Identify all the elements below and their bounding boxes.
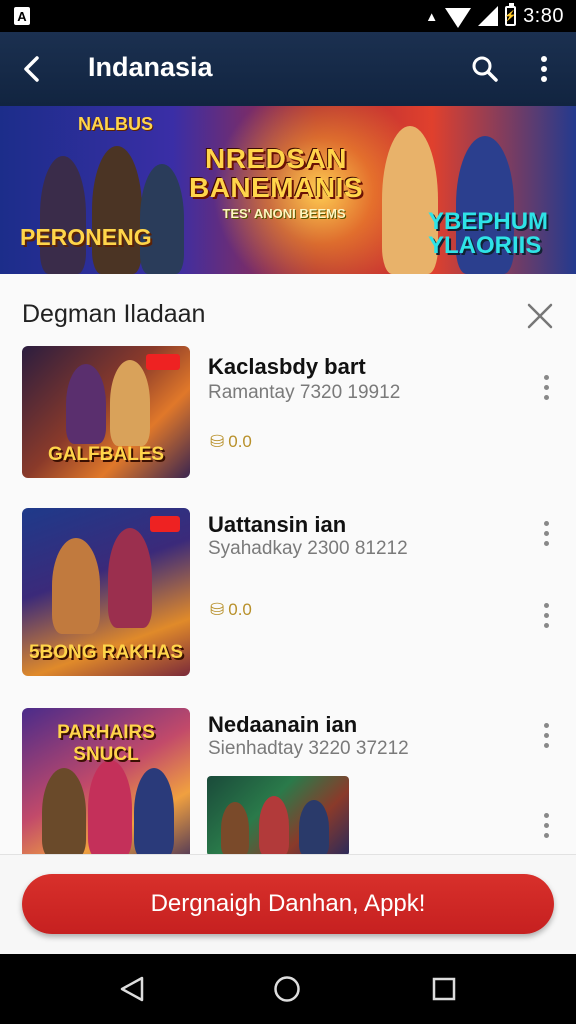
item-more-button-secondary[interactable]	[534, 808, 558, 842]
item-subtitle: Ramantay 7320 19912	[208, 382, 401, 403]
item-more-button[interactable]	[534, 718, 558, 752]
item-more-button[interactable]	[534, 370, 558, 404]
game-preview-thumbnail[interactable]	[207, 776, 349, 854]
sheet-title: Degman Iladaan	[22, 300, 206, 328]
back-button[interactable]	[14, 49, 50, 89]
system-navigation-bar	[0, 954, 576, 1024]
app-bar: Indanasia	[0, 32, 576, 106]
nav-back-button[interactable]	[114, 971, 150, 1007]
banner-title: NREDSAN BANEMANIS	[188, 143, 364, 203]
more-options-button[interactable]	[528, 49, 560, 89]
download-sheet: Degman Iladaan GALFBALES Kaclasbdy bart …	[0, 274, 576, 854]
banner-character-3	[140, 164, 184, 274]
recents-square-icon	[432, 977, 456, 1001]
banner-subtitle: TES' ANONI BEEMS	[222, 206, 346, 221]
item-title: Kaclasbdy bart	[208, 354, 366, 379]
thumbnail-label: 5BONG RAKHAS	[28, 642, 184, 663]
thumbnail-label: PARHAIRS SNUCL	[57, 722, 155, 765]
game-thumbnail[interactable]: 5BONG RAKHAS	[22, 508, 190, 676]
more-vertical-icon	[541, 56, 547, 82]
item-subtitle: Sienhadtay 3220 37212	[208, 738, 409, 759]
search-button[interactable]	[466, 49, 504, 89]
item-more-button-secondary[interactable]	[534, 598, 558, 632]
banner-logo-left: PERONENG	[20, 224, 152, 250]
home-circle-icon	[274, 976, 300, 1002]
list-item[interactable]: GALFBALES Kaclasbdy bart Ramantay 7320 1…	[0, 346, 576, 486]
list-item[interactable]: 5BONG RAKHAS Uattansin ian Syahadkay 230…	[0, 508, 576, 676]
coin-icon: ⛁	[210, 432, 225, 451]
search-icon	[472, 56, 498, 82]
back-arrow-icon	[24, 56, 39, 82]
banner-character-1	[40, 156, 86, 274]
banner-logo-right: YBEPHUM YLAORIIS	[428, 208, 549, 259]
cta-container: Dergnaigh Danhan, Appk!	[0, 854, 576, 955]
item-title: Uattansin ian	[208, 512, 347, 537]
item-title: Nedaanain ian	[208, 712, 358, 737]
page-title: Indanasia	[88, 52, 213, 82]
game-thumbnail[interactable]: PARHAIRS SNUCL	[22, 708, 190, 854]
coin-icon: ⛁	[210, 600, 225, 619]
battery-icon: ⚡	[504, 3, 517, 26]
game-thumbnail[interactable]: GALFBALES	[22, 346, 190, 478]
list-item[interactable]: PARHAIRS SNUCL Nedaanain ian Sienhadtay …	[0, 708, 576, 854]
item-meta-value: 0.0	[228, 432, 252, 451]
banner-character-2	[92, 146, 142, 274]
wifi-icon	[445, 8, 472, 28]
nav-home-button[interactable]	[269, 971, 305, 1007]
item-meta: ⛁ 0.0	[210, 432, 252, 452]
close-icon	[527, 303, 553, 329]
item-more-button[interactable]	[534, 516, 558, 550]
signal-icon	[478, 6, 499, 26]
banner-logo-topleft: NALBUS	[78, 114, 153, 134]
promo-banner-carousel[interactable]: NALBUS NREDSAN BANEMANIS TES' ANONI BEEM…	[0, 106, 576, 274]
thumbnail-label: GALFBALES	[47, 444, 165, 465]
item-subtitle: Syahadkay 2300 81212	[208, 538, 408, 559]
status-bar: A ▲ ⚡ 3:80	[0, 0, 576, 32]
back-triangle-icon	[120, 976, 144, 1002]
nav-recents-button[interactable]	[426, 971, 462, 1007]
download-app-button[interactable]: Dergnaigh Danhan, Appk!	[22, 874, 554, 934]
alarm-icon: ▲	[425, 8, 439, 24]
status-time: 3:80	[523, 4, 564, 27]
item-meta: ⛁ 0.0	[210, 600, 252, 620]
close-button[interactable]	[522, 298, 558, 334]
app-notification-icon: A	[14, 7, 30, 25]
item-meta-value: 0.0	[228, 600, 252, 619]
